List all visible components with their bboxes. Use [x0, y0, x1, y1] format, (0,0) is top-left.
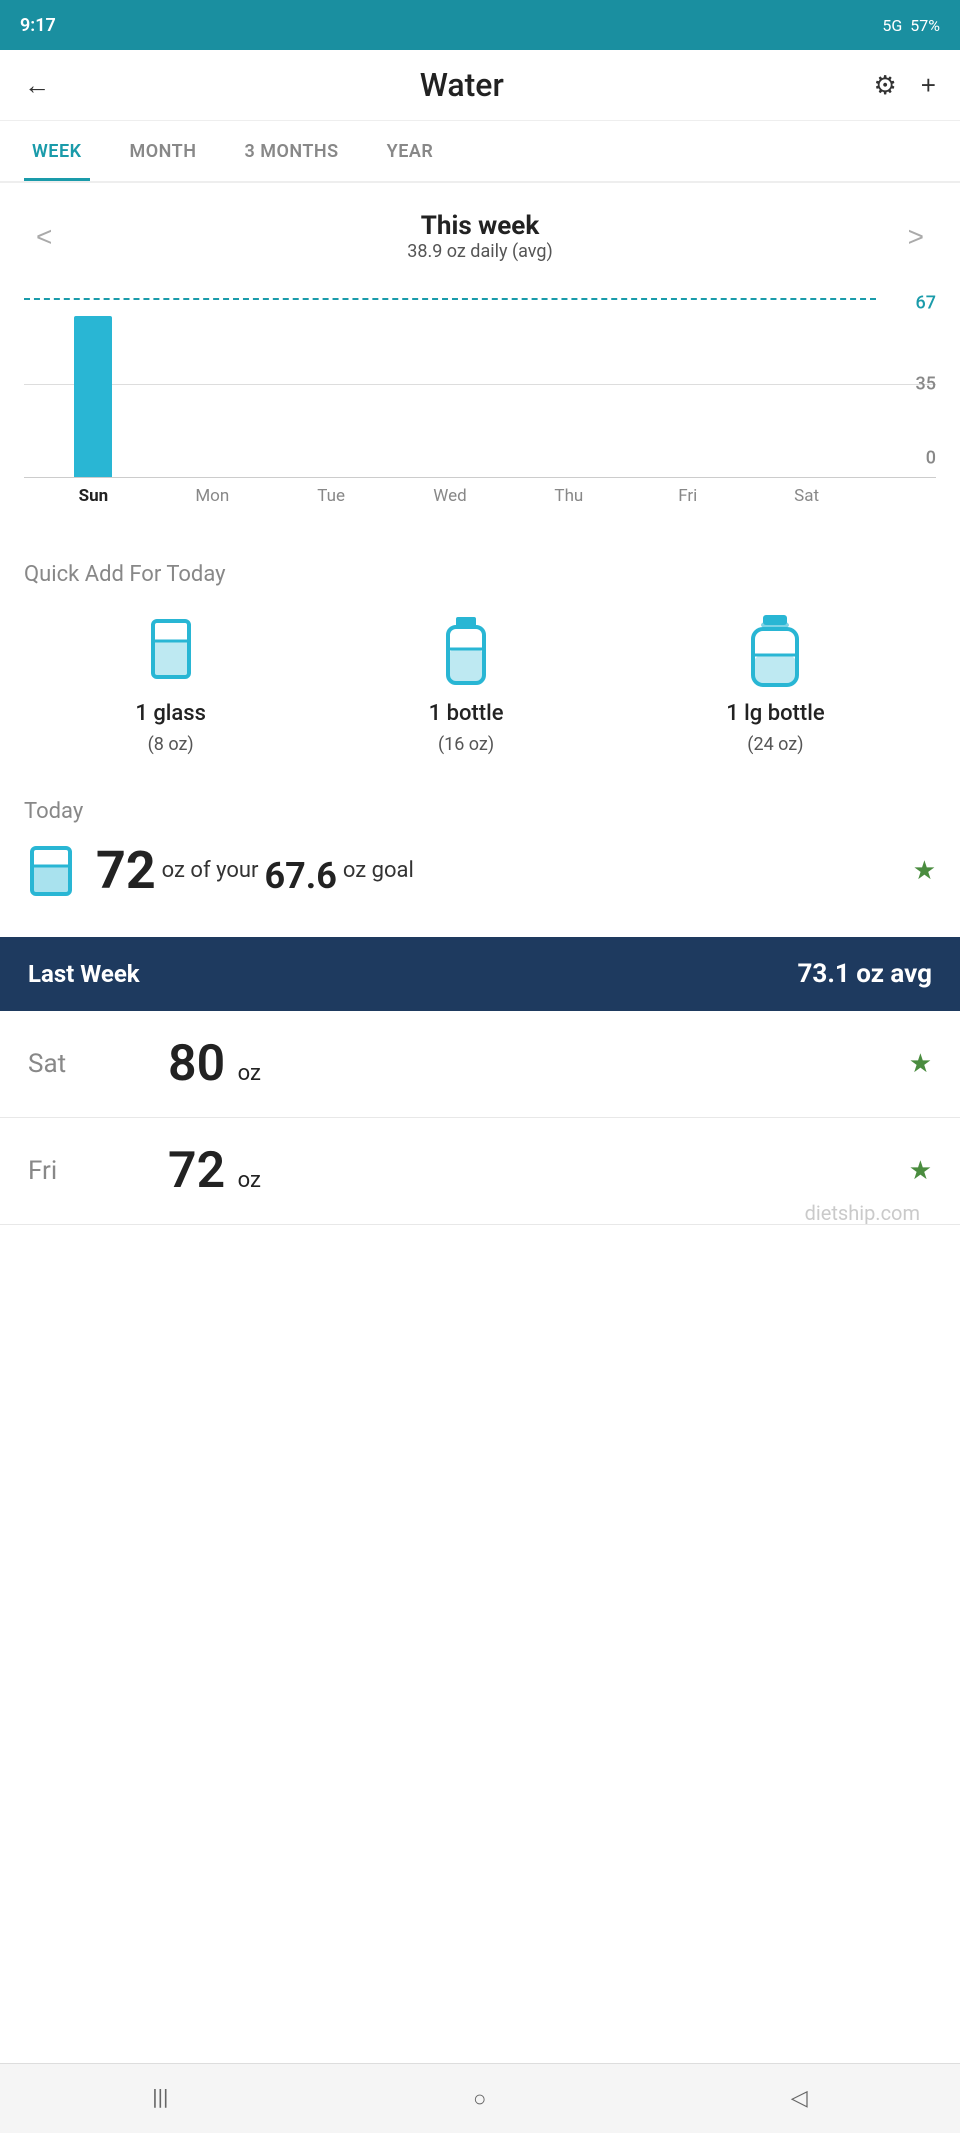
- chart-label-67: 67: [916, 293, 936, 314]
- quick-add-glass[interactable]: 1 glass (8 oz): [135, 613, 206, 755]
- glass-sub: (8 oz): [148, 734, 194, 755]
- week-subtitle: 38.9 oz daily (avg): [407, 241, 553, 262]
- chart-bars: [24, 298, 876, 477]
- day-star-fri: ★: [909, 1156, 932, 1186]
- chart-bar-tue[interactable]: [272, 298, 391, 477]
- last-week-label: Last Week: [28, 960, 140, 988]
- settings-button[interactable]: ⚙: [873, 70, 896, 101]
- status-bar: 9:17 5G 57%: [0, 0, 960, 50]
- today-label: Today: [24, 799, 936, 824]
- quick-add-bottle[interactable]: 1 bottle (16 oz): [429, 613, 504, 755]
- today-row: 72 oz of your 67.6 oz goal ★: [24, 840, 936, 901]
- x-label-mon: Mon: [153, 478, 272, 506]
- chart-bar-wed[interactable]: [391, 298, 510, 477]
- day-unit-fri: oz: [238, 1168, 261, 1193]
- day-row-sat[interactable]: Sat 80 oz ★: [0, 1011, 960, 1118]
- header-icons: ⚙ +: [873, 70, 936, 101]
- bottle-label: 1 bottle: [429, 701, 504, 726]
- chart-bar-fri[interactable]: [628, 298, 747, 477]
- nav-menu[interactable]: |||: [128, 2076, 192, 2121]
- day-value-sat: 80 oz: [108, 1035, 909, 1093]
- quick-add-row: 1 glass (8 oz) 1 bottle (16 oz) 1 lg bot…: [0, 603, 960, 783]
- day-value-fri: 72 oz: [108, 1142, 909, 1200]
- day-row-fri[interactable]: Fri 72 oz ★: [0, 1118, 960, 1225]
- day-name-fri: Fri: [28, 1156, 108, 1186]
- x-label-wed: Wed: [391, 478, 510, 506]
- glass-icon: [139, 613, 203, 693]
- status-network: 5G: [882, 16, 902, 35]
- today-goal: 67.6: [264, 855, 336, 897]
- today-glass-icon: [24, 844, 78, 898]
- last-week-value: 73.1 oz avg: [798, 959, 933, 989]
- lg-bottle-sub: (24 oz): [747, 734, 803, 755]
- bottle-icon: [434, 613, 498, 693]
- status-right: 5G 57%: [882, 16, 940, 35]
- add-button[interactable]: +: [921, 70, 936, 101]
- status-battery: 57%: [910, 16, 940, 35]
- lg-bottle-icon: [743, 613, 807, 693]
- tab-week[interactable]: WEEK: [24, 121, 90, 181]
- chart-label-0: 0: [926, 448, 936, 469]
- day-unit-sat: oz: [238, 1061, 261, 1086]
- last-week-banner: Last Week 73.1 oz avg: [0, 937, 960, 1011]
- lg-bottle-label: 1 lg bottle: [726, 701, 824, 726]
- today-goal-unit: oz goal: [343, 858, 414, 883]
- chart-bar-mon[interactable]: [153, 298, 272, 477]
- quick-add-title: Quick Add For Today: [0, 538, 960, 603]
- day-star-sat: ★: [909, 1049, 932, 1079]
- today-text: 72 oz of your 67.6 oz goal: [96, 840, 895, 901]
- nav-back[interactable]: ◁: [767, 2076, 832, 2121]
- chart-label-35: 35: [916, 373, 936, 394]
- today-star: ★: [913, 856, 936, 886]
- status-time: 9:17: [20, 15, 56, 36]
- bar-sun: [74, 316, 112, 477]
- x-label-sat: Sat: [747, 478, 866, 506]
- chart-bar-sat[interactable]: [747, 298, 866, 477]
- x-label-sun: Sun: [34, 478, 153, 506]
- week-title: This week: [407, 211, 553, 241]
- glass-label: 1 glass: [135, 701, 206, 726]
- page-title: Water: [420, 66, 504, 104]
- day-name-sat: Sat: [28, 1049, 108, 1079]
- today-unit: oz of your: [162, 858, 259, 883]
- x-label-tue: Tue: [272, 478, 391, 506]
- next-week-button[interactable]: >: [908, 221, 924, 253]
- tab-month[interactable]: MONTH: [122, 121, 205, 181]
- today-amount: 72: [96, 840, 156, 901]
- chart-x-labels: Sun Mon Tue Wed Thu Fri Sat: [24, 478, 876, 506]
- bottle-sub: (16 oz): [438, 734, 494, 755]
- quick-add-lg-bottle[interactable]: 1 lg bottle (24 oz): [726, 613, 824, 755]
- chart-inner: 67 35 0: [24, 298, 936, 478]
- tab-year[interactable]: YEAR: [379, 121, 442, 181]
- week-nav: < This week 38.9 oz daily (avg) >: [0, 183, 960, 278]
- chart-bar-thu[interactable]: [509, 298, 628, 477]
- chart-bar-sun[interactable]: [34, 298, 153, 477]
- week-nav-center: This week 38.9 oz daily (avg): [407, 211, 553, 262]
- tab-3months[interactable]: 3 MONTHS: [236, 121, 346, 181]
- bottom-nav: ||| ○ ◁: [0, 2063, 960, 2133]
- today-section: Today 72 oz of your 67.6 oz goal ★: [0, 783, 960, 917]
- tabs-bar: WEEK MONTH 3 MONTHS YEAR: [0, 121, 960, 183]
- nav-home[interactable]: ○: [449, 2076, 510, 2122]
- prev-week-button[interactable]: <: [36, 221, 52, 253]
- x-label-thu: Thu: [509, 478, 628, 506]
- chart-container: 67 35 0: [0, 298, 960, 538]
- header: ← Water ⚙ +: [0, 50, 960, 121]
- back-button[interactable]: ←: [24, 70, 50, 101]
- x-label-fri: Fri: [628, 478, 747, 506]
